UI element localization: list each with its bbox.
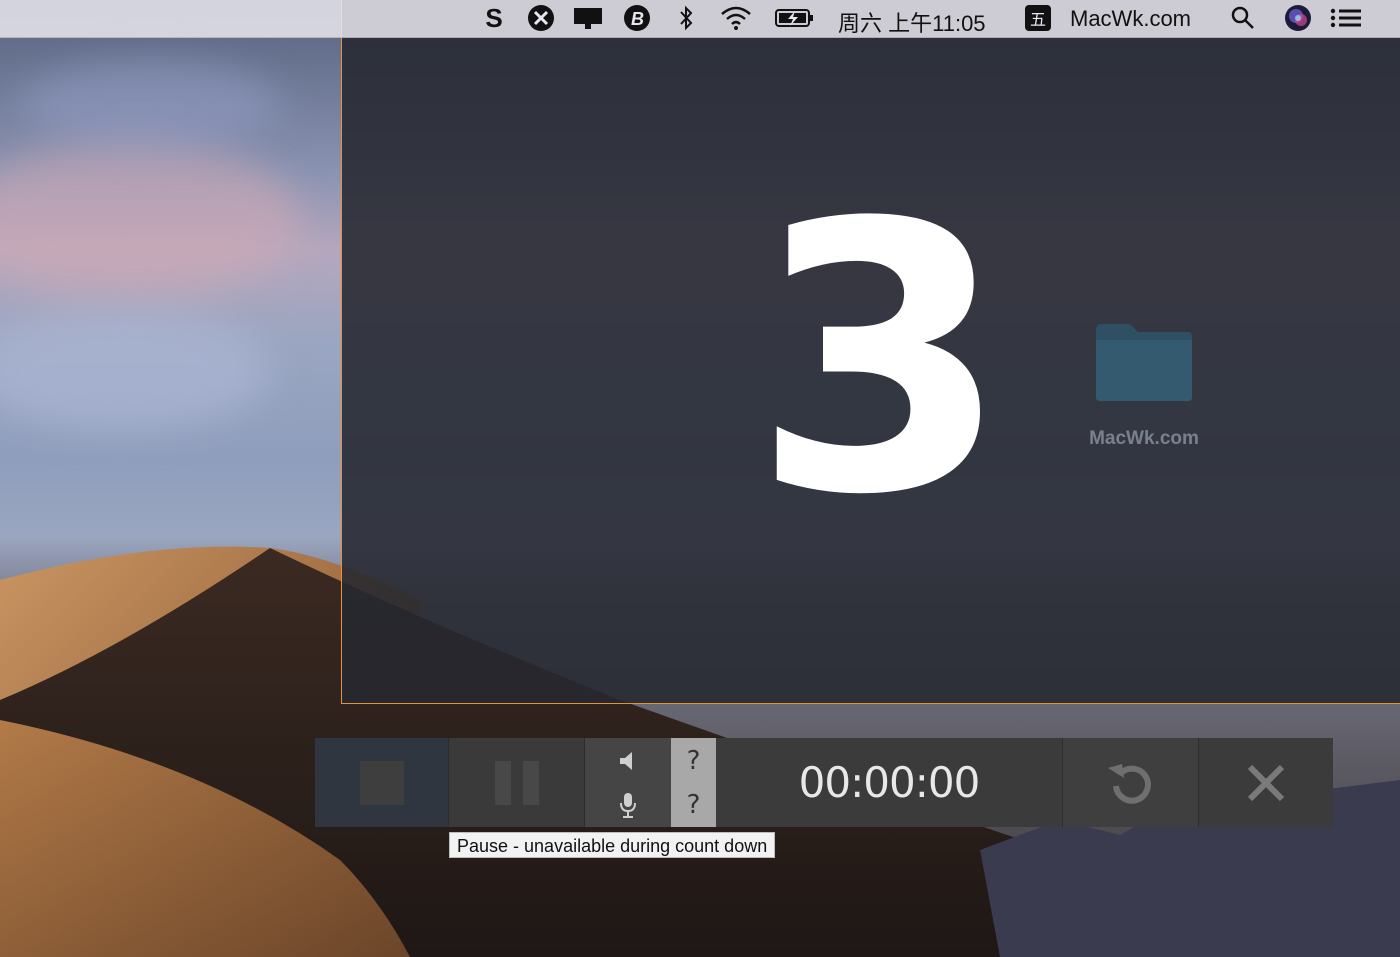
pause-button[interactable] [448, 738, 584, 827]
close-icon [1247, 764, 1285, 801]
restart-button[interactable] [1062, 738, 1198, 827]
menu-clock[interactable]: 周六 上午11:05 [838, 6, 986, 38]
folder-icon[interactable] [1094, 322, 1194, 402]
search-icon[interactable] [1230, 4, 1256, 32]
battery-charging-icon[interactable] [775, 4, 815, 32]
speaker-status: ? [686, 745, 701, 776]
speaker-icon [620, 751, 632, 770]
wifi-icon[interactable] [718, 4, 754, 32]
scissors-icon[interactable] [526, 4, 556, 32]
speaker-toggle[interactable] [616, 739, 640, 783]
display-icon[interactable] [571, 4, 605, 32]
siri-icon[interactable] [1284, 4, 1312, 32]
menu-brand[interactable]: MacWk.com [1070, 6, 1191, 32]
menu-bar: S B 周六 上午11:05 五 MacWk.com [0, 0, 1400, 38]
notification-center-icon[interactable] [1330, 4, 1362, 32]
bluetooth-icon[interactable] [676, 4, 696, 32]
timer-display: 00:00:00 [716, 738, 1062, 827]
folder-label[interactable]: MacWk.com [1064, 428, 1224, 450]
pause-tooltip: Pause - unavailable during count down [449, 832, 776, 858]
mic-status: ? [686, 789, 701, 820]
audio-status: ? ? [671, 738, 716, 827]
countdown-number: 3 [752, 146, 1010, 576]
timer-value: 00:00:00 [798, 758, 981, 807]
input-method-label: 五 [1030, 10, 1046, 29]
s-app-icon[interactable]: S [481, 3, 507, 33]
audio-controls [584, 738, 671, 827]
stop-button[interactable] [315, 738, 448, 827]
input-method-icon[interactable]: 五 [1024, 4, 1052, 32]
restart-icon [1107, 763, 1151, 804]
microphone-toggle[interactable] [616, 783, 640, 827]
pause-icon [494, 760, 539, 805]
close-button[interactable] [1198, 738, 1333, 827]
recording-toolbar: ? ? 00:00:00 [315, 738, 1333, 827]
stop-icon [359, 760, 404, 805]
svg-text:B: B [631, 9, 644, 29]
bitcoin-icon[interactable]: B [622, 4, 656, 32]
microphone-icon [620, 792, 636, 818]
